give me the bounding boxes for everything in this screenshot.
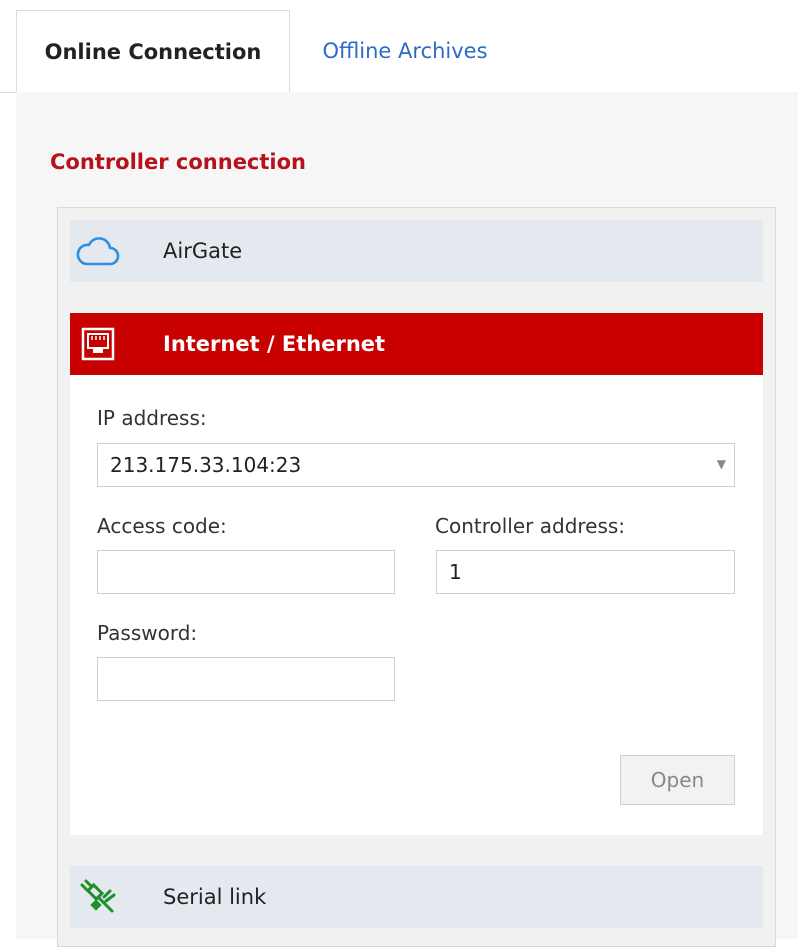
accordion-internet-header[interactable]: Internet / Ethernet bbox=[70, 313, 763, 375]
ethernet-port-icon bbox=[76, 323, 120, 365]
password-label: Password: bbox=[97, 621, 198, 645]
accordion-airgate-label: AirGate bbox=[163, 239, 243, 263]
open-button[interactable]: Open bbox=[620, 755, 735, 805]
accordion-internet-label: Internet / Ethernet bbox=[163, 332, 386, 356]
accordion-serial-label: Serial link bbox=[163, 885, 267, 909]
section-title: Controller connection bbox=[50, 150, 306, 174]
tab-online-connection[interactable]: Online Connection bbox=[16, 10, 290, 93]
access-code-label: Access code: bbox=[97, 514, 227, 538]
accordion-airgate-header[interactable]: AirGate bbox=[70, 220, 763, 282]
controller-address-label: Controller address: bbox=[435, 514, 626, 538]
tab-bar: Online Connection Offline Archives bbox=[0, 0, 798, 93]
dropdown-arrow-icon[interactable]: ▼ bbox=[717, 457, 726, 471]
ip-address-label: IP address: bbox=[97, 406, 207, 430]
controller-address-value: 1 bbox=[449, 560, 462, 584]
serial-cable-icon bbox=[76, 876, 120, 918]
accordion-serial-header[interactable]: Serial link bbox=[70, 866, 763, 928]
tab-offline-archives[interactable]: Offline Archives bbox=[290, 10, 520, 92]
cloud-icon bbox=[76, 230, 120, 272]
ip-address-select[interactable]: 213.175.33.104:23 ▼ bbox=[97, 443, 735, 487]
controller-address-input[interactable]: 1 bbox=[436, 550, 735, 594]
password-input[interactable] bbox=[97, 657, 395, 701]
ip-address-value: 213.175.33.104:23 bbox=[110, 453, 302, 477]
access-code-input[interactable] bbox=[97, 550, 395, 594]
